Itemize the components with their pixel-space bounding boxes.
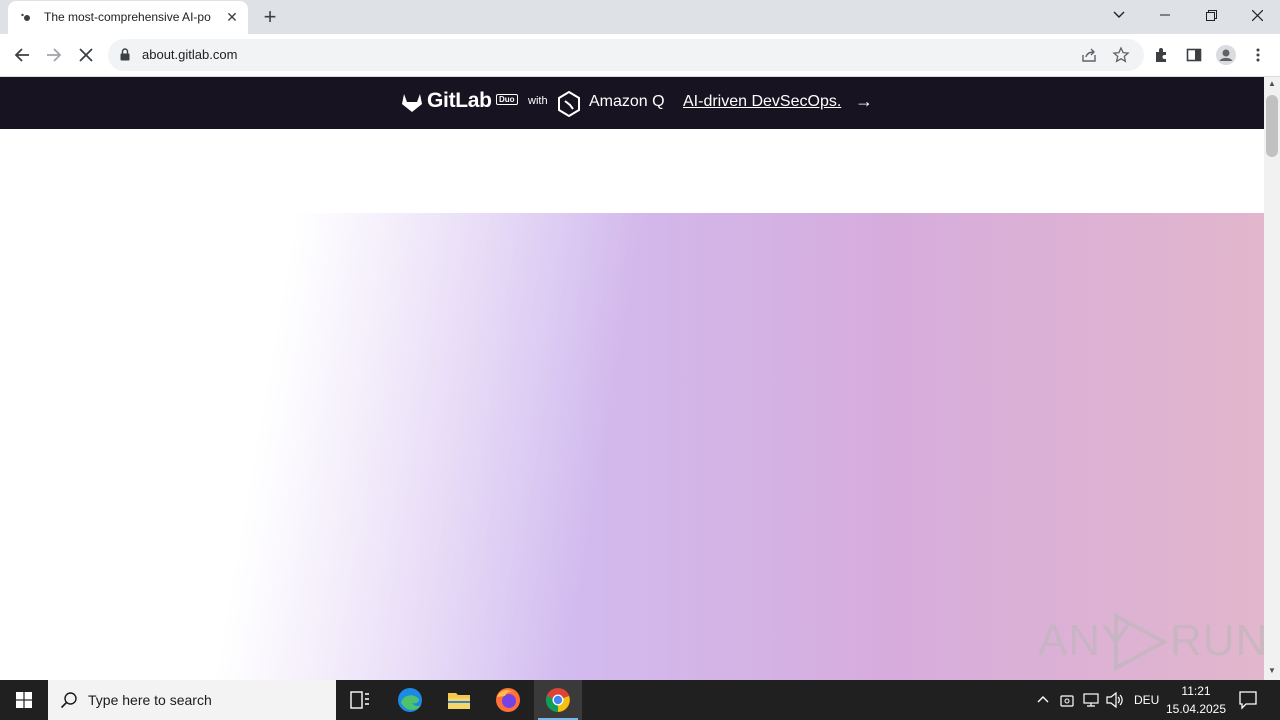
promo-banner[interactable]: GitLab Duo with Amazon Q AI-driven DevSe… (0, 77, 1264, 129)
hero-gradient (0, 213, 1264, 680)
kebab-menu-icon (1256, 48, 1260, 62)
duo-badge: Duo (496, 94, 518, 105)
arrow-left-icon (14, 48, 29, 62)
close-icon (1251, 9, 1263, 21)
scrollbar-thumb[interactable] (1266, 95, 1278, 157)
edge-icon (398, 688, 422, 712)
chrome-taskbar-button[interactable] (534, 680, 582, 720)
minimize-icon (1160, 14, 1170, 16)
search-icon (60, 692, 77, 709)
side-panel-icon (1186, 48, 1202, 62)
chevron-up-icon[interactable] (1036, 692, 1050, 706)
scroll-up-icon[interactable]: ▲ (1268, 79, 1276, 88)
language-indicator[interactable]: DEU (1134, 693, 1159, 707)
chevron-down-icon (1113, 11, 1125, 18)
edge-taskbar-button[interactable] (386, 680, 434, 720)
page-scrollbar[interactable]: ▲ ▼ (1264, 77, 1280, 680)
scroll-down-icon[interactable]: ▼ (1268, 666, 1276, 675)
chrome-icon (545, 688, 570, 713)
notification-icon[interactable] (1238, 690, 1258, 710)
stop-loading-button[interactable] (72, 41, 100, 69)
new-tab-button[interactable]: + (258, 5, 282, 29)
firefox-taskbar-button[interactable] (484, 680, 532, 720)
firefox-icon (496, 688, 520, 712)
with-text: with (528, 95, 548, 107)
minimize-button[interactable] (1142, 0, 1188, 30)
tab-search-button[interactable] (1096, 0, 1142, 30)
side-panel-button[interactable] (1180, 41, 1208, 69)
loading-icon (21, 13, 30, 21)
start-button[interactable] (0, 680, 48, 720)
gitlab-wordmark: GitLab (427, 89, 492, 112)
bookmark-star-icon[interactable] (1112, 46, 1130, 64)
folder-icon (448, 693, 470, 709)
tab-strip: The most-comprehensive AI-po ✕ + (0, 0, 1280, 34)
address-bar[interactable]: about.gitlab.com (108, 39, 1144, 71)
close-window-button[interactable] (1234, 0, 1280, 30)
volume-icon[interactable] (1106, 692, 1124, 708)
browser-tab[interactable]: The most-comprehensive AI-po ✕ (8, 1, 248, 34)
lock-icon[interactable] (120, 48, 130, 61)
browser-toolbar: about.gitlab.com (0, 34, 1280, 77)
task-view-icon (350, 691, 369, 709)
profile-avatar-icon (1216, 45, 1236, 65)
share-icon[interactable] (1080, 46, 1098, 64)
file-explorer-taskbar-button[interactable] (435, 680, 483, 720)
restore-button[interactable] (1188, 0, 1234, 30)
amazon-q-icon (558, 91, 580, 117)
meet-now-icon[interactable] (1060, 692, 1074, 708)
windows-logo-icon (16, 692, 32, 708)
close-tab-icon[interactable]: ✕ (224, 9, 240, 25)
tab-title: The most-comprehensive AI-po (44, 10, 211, 24)
task-view-button[interactable] (336, 680, 384, 720)
web-page: GitLab Duo with Amazon Q AI-driven DevSe… (0, 77, 1264, 680)
restore-icon (1205, 9, 1217, 21)
gitlab-tanuki-icon (402, 94, 422, 112)
url-text[interactable]: about.gitlab.com (142, 47, 237, 62)
clock-date[interactable]: 15.04.2025 (1164, 702, 1228, 716)
network-icon[interactable] (1083, 692, 1099, 708)
anyrun-watermark: ANY RUN (1038, 612, 1267, 672)
arrow-right-icon (47, 48, 62, 62)
arrow-right-icon[interactable]: → (855, 91, 873, 112)
taskbar-search-box[interactable]: Type here to search (48, 680, 336, 720)
clock-time[interactable]: 11:21 (1168, 684, 1224, 698)
watermark-right-text: RUN (1170, 616, 1269, 665)
play-icon (1114, 612, 1169, 672)
puzzle-icon (1156, 48, 1166, 62)
extensions-button[interactable] (1148, 41, 1176, 69)
profile-button[interactable] (1212, 41, 1240, 69)
forward-button[interactable] (40, 41, 68, 69)
back-button[interactable] (8, 41, 36, 69)
search-placeholder[interactable]: Type here to search (88, 692, 212, 708)
stop-icon (79, 48, 93, 62)
windows-taskbar: Type here to search DEU 11:21 15.04.2025 (0, 680, 1280, 720)
devsecops-link[interactable]: AI-driven DevSecOps. (683, 93, 841, 111)
amazon-q-label: Amazon Q (589, 93, 665, 110)
menu-button[interactable] (1244, 41, 1272, 69)
